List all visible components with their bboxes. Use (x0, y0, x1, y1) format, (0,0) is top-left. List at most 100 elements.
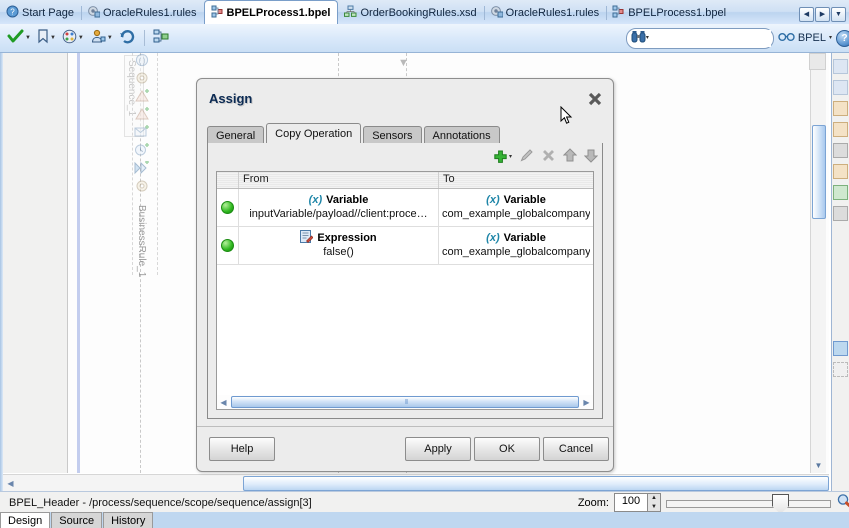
apply-button[interactable]: Apply (405, 437, 471, 461)
table-row[interactable]: (x) Variable inputVariable/payload//clie… (217, 189, 593, 227)
gear-icon[interactable] (134, 179, 151, 194)
assign-dialog[interactable]: Assign General Copy Operation Sensors An… (196, 78, 614, 472)
zoom-decrease-button[interactable]: ▼ (648, 503, 660, 512)
tab-design[interactable]: Design (0, 512, 51, 528)
table-horizontal-scrollbar[interactable]: ◀ ▶ (216, 395, 594, 410)
scroll-left-icon[interactable]: ◀ (217, 396, 230, 408)
panel-icon[interactable] (833, 341, 848, 356)
assign-icon[interactable] (134, 89, 151, 104)
chevron-down-icon[interactable]: ▾ (829, 35, 832, 41)
ok-button[interactable]: OK (474, 437, 540, 461)
transform-icon[interactable] (134, 160, 151, 176)
variable-icon: (x) (308, 193, 323, 206)
row-from-cell[interactable]: Expression false() (239, 227, 439, 264)
magnifier-icon[interactable] (836, 493, 849, 512)
caret-down-icon: ▼ (651, 503, 657, 510)
refresh-button[interactable] (116, 27, 139, 49)
gear-icon[interactable] (134, 71, 151, 86)
wait-icon[interactable] (134, 143, 151, 158)
panel-icon[interactable] (833, 164, 848, 179)
zoom-increase-button[interactable]: ▲ (648, 494, 660, 503)
palette-button[interactable]: ▼ (59, 27, 87, 49)
ok-button-label: OK (499, 443, 515, 455)
editor-tab-bpelprocess-active[interactable]: BPELProcess1.bpel (203, 0, 339, 24)
panel-icon[interactable] (833, 101, 848, 116)
chevron-down-icon[interactable]: ▾ (509, 154, 512, 160)
editor-tab-label: OrderBookingRules.xsd (360, 7, 477, 19)
scroll-left-icon[interactable]: ◀ (3, 476, 18, 491)
invoke-icon[interactable] (134, 125, 151, 140)
tab-next-button[interactable]: ▶ (815, 7, 830, 22)
row-status-cell (217, 189, 239, 226)
deploy-button[interactable]: ▼ (87, 27, 116, 49)
diagram-button[interactable] (150, 27, 173, 49)
tab-label: Design (8, 514, 43, 527)
help-button[interactable]: ? (836, 29, 849, 47)
collapsed-side-panel[interactable] (3, 53, 68, 473)
tab-history[interactable]: History (103, 512, 154, 528)
editor-tab-start-page[interactable]: ? Start Page (0, 2, 81, 24)
delete-button[interactable] (541, 148, 556, 166)
chevron-down-icon[interactable]: ▼ (50, 35, 56, 41)
tab-prev-button[interactable]: ◀ (799, 7, 814, 22)
editor-tab-bpelprocess-2[interactable]: BPELProcess1.bpel (606, 2, 733, 24)
move-down-button[interactable] (583, 148, 599, 166)
panel-icon[interactable] (833, 80, 848, 95)
scroll-down-icon[interactable]: ▼ (811, 458, 826, 473)
tab-general[interactable]: General (207, 126, 265, 144)
zoom-value[interactable]: 100 (615, 494, 647, 511)
add-button[interactable]: ▾ (493, 150, 512, 165)
copy-operation-table[interactable]: From To (x) Variable inputVariable/paylo… (216, 171, 594, 410)
chevron-down-icon[interactable]: ▼ (25, 35, 31, 41)
move-up-button[interactable] (562, 148, 578, 166)
zoom-stepper[interactable]: 100 ▲ ▼ (614, 493, 661, 512)
to-value: com_example_globalcompany_ns_o (442, 246, 590, 258)
row-to-cell[interactable]: (x) Variable com_example_globalcompany_n… (439, 227, 593, 264)
scrollbar-thumb[interactable] (231, 396, 579, 408)
scrollbar-thumb[interactable] (243, 476, 829, 491)
mode-selector[interactable]: BPEL ▾ (778, 31, 832, 45)
editor-tab-label: BPELProcess1.bpel (226, 6, 331, 19)
editor-tab-orderbookingrules-xsd[interactable]: OrderBookingRules.xsd (338, 2, 483, 24)
panel-icon[interactable] (833, 206, 848, 221)
zoom-slider-thumb[interactable] (772, 494, 789, 514)
table-row[interactable]: Expression false() (x) Variable com_exam… (217, 227, 593, 265)
column-header-status (217, 172, 239, 188)
bookmark-button[interactable]: ▼ (34, 27, 59, 49)
editor-tab-oraclerules-2[interactable]: OracleRules1.rules (483, 2, 607, 24)
row-from-cell[interactable]: (x) Variable inputVariable/payload//clie… (239, 189, 439, 226)
cancel-button[interactable]: Cancel (543, 437, 609, 461)
canvas-horizontal-scrollbar[interactable]: ◀ (3, 474, 829, 491)
scope-icon[interactable]: ( ) (134, 53, 151, 68)
panel-icon[interactable] (833, 122, 848, 137)
edit-button[interactable] (519, 148, 534, 166)
tab-copy-operation[interactable]: Copy Operation (266, 123, 362, 144)
toolbar-right-group: ▾ BPEL ▾ ? (625, 27, 849, 49)
close-icon[interactable] (586, 90, 604, 108)
panel-icon[interactable] (833, 143, 848, 158)
tab-sensors[interactable]: Sensors (363, 126, 422, 144)
panel-icon[interactable] (833, 362, 848, 377)
row-to-cell[interactable]: (x) Variable com_example_globalcompany_n… (439, 189, 593, 226)
chevron-down-icon[interactable]: ▼ (107, 35, 113, 41)
panel-icon[interactable] (833, 59, 848, 74)
scroll-corner-box[interactable] (809, 53, 826, 70)
tab-list-button[interactable]: ▼ (831, 7, 846, 22)
tab-source[interactable]: Source (51, 512, 103, 528)
right-side-panel[interactable] (831, 53, 849, 491)
validate-button[interactable]: ▼ (4, 27, 34, 49)
editor-tab-label: OracleRules1.rules (505, 7, 600, 19)
help-button[interactable]: Help (209, 437, 275, 461)
panel-icon[interactable] (833, 185, 848, 200)
tab-label: Sensors (372, 129, 413, 142)
tab-annotations[interactable]: Annotations (423, 126, 500, 144)
search-box[interactable]: ▾ (625, 27, 774, 49)
chevron-down-icon[interactable]: ▼ (78, 35, 84, 41)
search-input[interactable] (648, 29, 771, 47)
scrollbar-thumb[interactable] (812, 125, 826, 219)
zoom-slider[interactable] (666, 494, 831, 514)
canvas-vertical-scrollbar[interactable]: ▲ ▼ (810, 53, 826, 473)
editor-tab-oraclerules-1[interactable]: OracleRules1.rules (80, 2, 204, 24)
assign-icon[interactable] (134, 107, 151, 122)
scroll-right-icon[interactable]: ▶ (580, 396, 593, 408)
